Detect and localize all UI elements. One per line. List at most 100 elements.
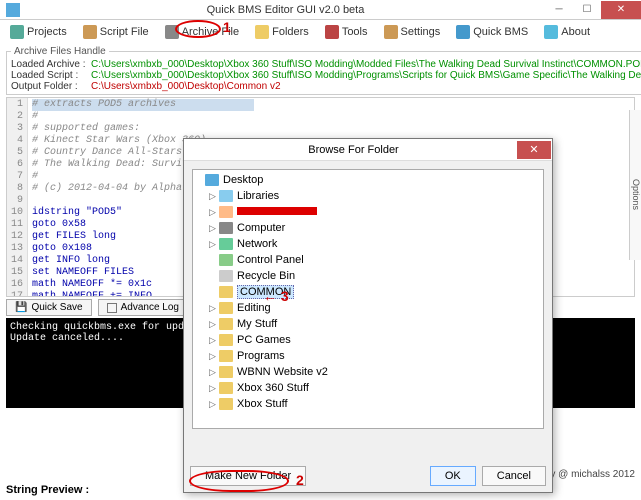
tree-item-programs[interactable]: ▷ Programs <box>195 348 541 364</box>
toolbar-projects[interactable]: Projects <box>4 23 73 41</box>
options-sidebar[interactable]: Options <box>629 110 641 260</box>
lib-icon <box>219 190 233 202</box>
tree-label: Control Panel <box>237 254 304 266</box>
archive-icon <box>165 25 179 39</box>
tree-label <box>237 206 317 218</box>
bin-icon <box>219 270 233 282</box>
archive-files-panel: Archive Files Handle Loaded Archive :C:\… <box>6 46 641 95</box>
tree-label: Recycle Bin <box>237 270 295 282</box>
expander-icon[interactable]: ▷ <box>209 335 219 346</box>
archive-row-label: Loaded Archive : <box>11 59 91 70</box>
toolbar-folders[interactable]: Folders <box>249 23 315 41</box>
tree-item-computer[interactable]: ▷ Computer <box>195 220 541 236</box>
checkbox-icon <box>107 303 117 313</box>
minimize-button[interactable]: ─ <box>545 1 573 19</box>
tree-item-xbox-360-stuff[interactable]: ▷ Xbox 360 Stuff <box>195 380 541 396</box>
folder-icon <box>219 302 233 314</box>
network-icon <box>219 238 233 250</box>
tree-item-editing[interactable]: ▷ Editing <box>195 300 541 316</box>
tree-label: Desktop <box>223 174 263 186</box>
folder-tree[interactable]: Desktop▷Libraries▷▷Computer▷NetworkContr… <box>192 169 544 429</box>
expander-icon[interactable]: ▷ <box>209 223 219 234</box>
about-icon <box>544 25 558 39</box>
maximize-button[interactable]: ☐ <box>573 1 601 19</box>
expander-icon[interactable]: ▷ <box>209 399 219 410</box>
archive-row-label: Output Folder : <box>11 81 91 92</box>
tree-label: Xbox 360 Stuff <box>237 382 309 394</box>
tree-label: Programs <box>237 350 285 362</box>
expander-icon[interactable]: ▷ <box>209 207 219 218</box>
cancel-button[interactable]: Cancel <box>482 466 546 486</box>
page-icon <box>10 25 24 39</box>
expander-icon[interactable]: ▷ <box>209 239 219 250</box>
save-icon: 💾 <box>15 302 27 313</box>
tree-label: Network <box>237 238 277 250</box>
tree-item-libraries[interactable]: ▷Libraries <box>195 188 541 204</box>
expander-icon[interactable]: ▷ <box>209 367 219 378</box>
expander-icon[interactable]: ▷ <box>209 319 219 330</box>
tree-label: PC Games <box>237 334 291 346</box>
archive-row-value: C:\Users\xmbxb_000\Desktop\Xbox 360 Stuf… <box>91 59 641 70</box>
folder-icon <box>255 25 269 39</box>
script-icon <box>83 25 97 39</box>
ok-button[interactable]: OK <box>430 466 476 486</box>
tree-item-my-stuff[interactable]: ▷ My Stuff <box>195 316 541 332</box>
folder-icon <box>219 398 233 410</box>
toolbar-about[interactable]: About <box>538 23 596 41</box>
panel-icon <box>219 254 233 266</box>
toolbar-script-file[interactable]: Script File <box>77 23 155 41</box>
tree-item-control-panel[interactable]: Control Panel <box>195 252 541 268</box>
tree-item-network[interactable]: ▷ Network <box>195 236 541 252</box>
string-preview-label: String Preview : <box>6 484 89 496</box>
title-bar: Quick BMS Editor GUI v2.0 beta ─ ☐ ✕ <box>0 0 641 20</box>
expander-icon[interactable]: ▷ <box>209 383 219 394</box>
dialog-close-button[interactable]: ✕ <box>517 141 551 159</box>
folder-icon <box>219 366 233 378</box>
archive-legend: Archive Files Handle <box>11 46 109 57</box>
computer-icon <box>219 222 233 234</box>
tree-item-xbox-stuff[interactable]: ▷ Xbox Stuff <box>195 396 541 412</box>
tree-label: COMMON <box>237 286 294 298</box>
expander-icon[interactable]: ▷ <box>209 351 219 362</box>
close-button[interactable]: ✕ <box>601 1 641 19</box>
tree-label: Editing <box>237 302 271 314</box>
tools-icon <box>325 25 339 39</box>
tree-item-redacted[interactable]: ▷ <box>195 204 541 220</box>
advance-log-checkbox[interactable]: Advance Log <box>98 299 188 316</box>
line-gutter: 12345678910111213141516171819202122 <box>7 98 28 296</box>
desktop-icon <box>205 174 219 186</box>
browse-folder-dialog: Browse For Folder ✕ Desktop▷Libraries▷▷C… <box>183 138 553 493</box>
tree-label: My Stuff <box>237 318 277 330</box>
toolbar-tools[interactable]: Tools <box>319 23 374 41</box>
expander-icon[interactable]: ▷ <box>209 191 219 202</box>
tree-item-pc-games[interactable]: ▷ PC Games <box>195 332 541 348</box>
settings-icon <box>384 25 398 39</box>
tree-item-desktop[interactable]: Desktop <box>195 172 541 188</box>
toolbar: ProjectsScript FileArchive FileFoldersTo… <box>0 20 641 44</box>
archive-row-value: C:\Users\xmbxb_000\Desktop\Common v2 <box>91 81 641 92</box>
expander-icon[interactable]: ▷ <box>209 303 219 314</box>
tree-label: Computer <box>237 222 285 234</box>
quick-save-button[interactable]: 💾 Quick Save <box>6 299 92 316</box>
app-icon <box>6 3 20 17</box>
folder-icon <box>219 286 233 298</box>
dialog-title: Browse For Folder <box>190 144 517 156</box>
tree-item-common[interactable]: COMMON <box>195 284 541 300</box>
tree-label: Xbox Stuff <box>237 398 288 410</box>
make-new-folder-button[interactable]: Make New Folder <box>190 466 306 486</box>
folder-icon <box>219 350 233 362</box>
archive-row-value: C:\Users\xmbxb_000\Desktop\Xbox 360 Stuf… <box>91 70 641 81</box>
bms-icon <box>456 25 470 39</box>
folder-icon <box>219 382 233 394</box>
tree-item-recycle-bin[interactable]: Recycle Bin <box>195 268 541 284</box>
tree-item-wbnn-website-v2[interactable]: ▷ WBNN Website v2 <box>195 364 541 380</box>
archive-row-label: Loaded Script : <box>11 70 91 81</box>
toolbar-archive-file[interactable]: Archive File <box>159 23 245 41</box>
window-title: Quick BMS Editor GUI v2.0 beta <box>26 4 545 16</box>
user-icon <box>219 206 233 218</box>
folder-icon <box>219 318 233 330</box>
toolbar-settings[interactable]: Settings <box>378 23 447 41</box>
tree-label: WBNN Website v2 <box>237 366 328 378</box>
toolbar-quick-bms[interactable]: Quick BMS <box>450 23 534 41</box>
folder-icon <box>219 334 233 346</box>
